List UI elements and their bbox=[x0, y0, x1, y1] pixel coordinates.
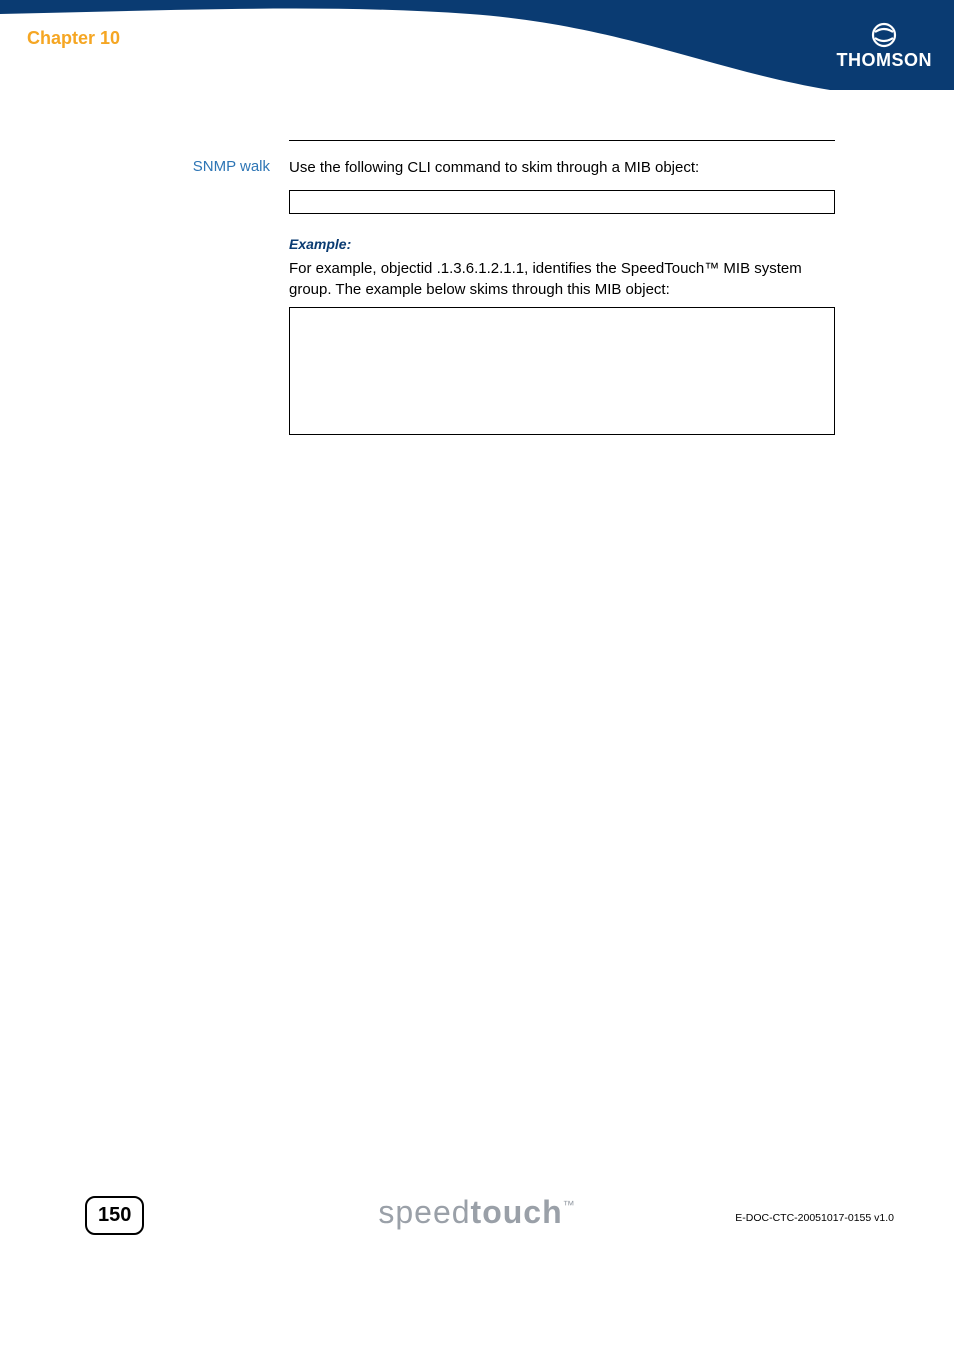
section-intro-text: Use the following CLI command to skim th… bbox=[289, 158, 835, 178]
chapter-number: Chapter 10 bbox=[27, 28, 200, 50]
section-side-label: SNMP walk bbox=[120, 158, 270, 175]
speedtouch-logo-light: speed bbox=[378, 1194, 470, 1230]
header-text-block: Chapter 10 SpeedTouch™ Monitoring bbox=[27, 28, 200, 71]
thomson-globe-icon bbox=[871, 22, 897, 48]
speedtouch-logo: speedtouch™ bbox=[378, 1194, 575, 1231]
chapter-title: SpeedTouch™ Monitoring bbox=[27, 50, 200, 71]
section-divider bbox=[289, 140, 835, 141]
cli-command-box bbox=[289, 190, 835, 214]
speedtouch-logo-tm: ™ bbox=[563, 1198, 576, 1212]
example-output-box bbox=[289, 307, 835, 435]
page-header: Chapter 10 SpeedTouch™ Monitoring THOMSO… bbox=[0, 0, 954, 90]
example-heading: Example: bbox=[289, 236, 351, 252]
document-reference: E-DOC-CTC-20051017-0155 v1.0 bbox=[735, 1212, 894, 1224]
thomson-brand-text: THOMSON bbox=[837, 50, 933, 71]
page-footer: 150 speedtouch™ E-DOC-CTC-20051017-0155 … bbox=[0, 1176, 954, 1351]
speedtouch-logo-bold: touch bbox=[471, 1194, 563, 1230]
page-number: 150 bbox=[85, 1196, 144, 1235]
page: Chapter 10 SpeedTouch™ Monitoring THOMSO… bbox=[0, 0, 954, 1351]
thomson-logo: THOMSON bbox=[837, 22, 933, 71]
example-description: For example, objectid .1.3.6.1.2.1.1, id… bbox=[289, 258, 835, 300]
